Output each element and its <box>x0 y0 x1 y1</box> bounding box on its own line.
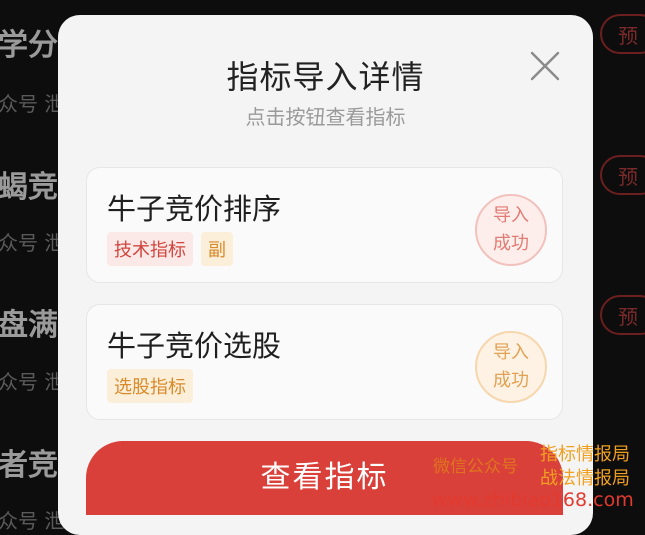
watermark-url: www.zhibiao168.com <box>432 489 634 511</box>
tag-sub: 副 <box>201 232 233 266</box>
bg-row-badge: 预 <box>600 295 645 335</box>
close-icon <box>530 51 560 81</box>
bg-row-title: 蝎竞 <box>0 170 58 205</box>
indicator-tags: 技术指标 副 <box>107 232 233 266</box>
bg-row-title: 盘满 <box>0 308 58 343</box>
modal-title: 指标导入详情 <box>226 58 425 96</box>
indicator-name: 牛子竞价选股 <box>107 329 282 363</box>
indicator-tags: 选股指标 <box>107 369 193 403</box>
watermark-brand-1: 指标情报局 <box>540 444 630 465</box>
stamp-line-2: 成功 <box>493 233 529 254</box>
stamp-line-1: 导入 <box>493 342 529 363</box>
indicator-card[interactable]: 牛子竞价选股 选股指标 导入 成功 <box>86 304 563 420</box>
bg-row-sub: 众号 泄 <box>0 509 65 533</box>
bg-row-badge: 预 <box>600 155 645 195</box>
indicator-name: 牛子竞价排序 <box>107 192 282 226</box>
tag-technical: 技术指标 <box>107 232 193 266</box>
bg-row-sub: 众号 泄 <box>0 370 65 394</box>
stamp-line-1: 导入 <box>493 205 529 226</box>
modal-subtitle: 点击按钮查看指标 <box>245 105 406 129</box>
import-success-stamp: 导入 成功 <box>475 331 547 403</box>
stamp-line-2: 成功 <box>493 370 529 391</box>
tag-stock-selection: 选股指标 <box>107 369 193 403</box>
import-success-stamp: 导入 成功 <box>475 194 547 266</box>
watermark-wechat: 微信公众号 <box>433 457 518 477</box>
close-button[interactable] <box>528 49 562 83</box>
watermark-brand-2: 战法情报局 <box>540 468 630 489</box>
bg-row-sub: 众号 泄 <box>0 231 65 255</box>
bg-row-sub: 众号 泄 <box>0 92 65 116</box>
bg-row-title: 学分 <box>0 28 58 63</box>
bg-row-title: 者竞 <box>0 448 58 483</box>
bg-row-badge: 预 <box>600 14 645 54</box>
indicator-card[interactable]: 牛子竞价排序 技术指标 副 导入 成功 <box>86 167 563 283</box>
